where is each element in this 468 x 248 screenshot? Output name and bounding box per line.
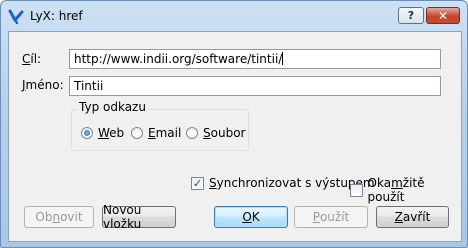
new-inset-button[interactable]: Novou vložku bbox=[102, 203, 176, 231]
restore-button[interactable]: Ob n ovit bbox=[24, 206, 94, 228]
ok-button[interactable]: OK bbox=[214, 206, 288, 228]
link-type-title: Typ odkazu bbox=[77, 100, 148, 114]
name-value: Tintii bbox=[74, 79, 104, 93]
dialog-window: LyX: href ? ✕ Cíl: http://www.indii.org/… bbox=[0, 0, 468, 248]
radio-file-label: Soubor bbox=[203, 126, 246, 140]
sync-output-check-icon[interactable]: ✓ bbox=[191, 176, 204, 190]
help-button[interactable]: ? bbox=[398, 7, 424, 24]
apply-immediately-checkbox[interactable]: Okamžitě použít bbox=[350, 176, 461, 204]
dialog-content: Cíl: http://www.indii.org/software/tinti… bbox=[8, 31, 462, 242]
radio-web-indicator[interactable] bbox=[81, 127, 93, 139]
close-button[interactable]: Zavřít bbox=[376, 206, 449, 228]
radio-file-indicator[interactable] bbox=[186, 127, 198, 139]
target-url-input[interactable]: http://www.indii.org/software/tintii/ bbox=[69, 49, 441, 69]
radio-email-indicator[interactable] bbox=[131, 127, 143, 139]
sync-output-checkbox[interactable]: ✓ Synchronizovat s výstupem bbox=[191, 176, 375, 190]
radio-email[interactable]: Email bbox=[131, 126, 181, 140]
apply-immediately-box[interactable] bbox=[350, 183, 363, 197]
target-label: Cíl: bbox=[22, 52, 42, 66]
name-input[interactable]: Tintii bbox=[69, 76, 441, 96]
apply-immediately-label: Okamžitě použít bbox=[367, 176, 425, 204]
close-window-button[interactable]: ✕ bbox=[426, 7, 460, 24]
help-icon: ? bbox=[407, 9, 415, 22]
radio-web-label: Web bbox=[98, 126, 125, 140]
lyx-icon bbox=[8, 9, 24, 25]
apply-button[interactable]: Použít bbox=[294, 206, 368, 228]
name-label: Jméno: bbox=[22, 78, 64, 92]
text-caret bbox=[282, 52, 284, 65]
radio-web[interactable]: Web bbox=[81, 126, 124, 140]
radio-file[interactable]: Soubor bbox=[186, 126, 245, 140]
window-title: LyX: href bbox=[30, 9, 83, 23]
target-url-value: http://www.indii.org/software/tintii/ bbox=[74, 52, 283, 66]
radio-email-label: Email bbox=[148, 126, 182, 140]
close-icon: ✕ bbox=[437, 8, 449, 23]
title-bar[interactable]: LyX: href ? ✕ bbox=[1, 1, 467, 31]
